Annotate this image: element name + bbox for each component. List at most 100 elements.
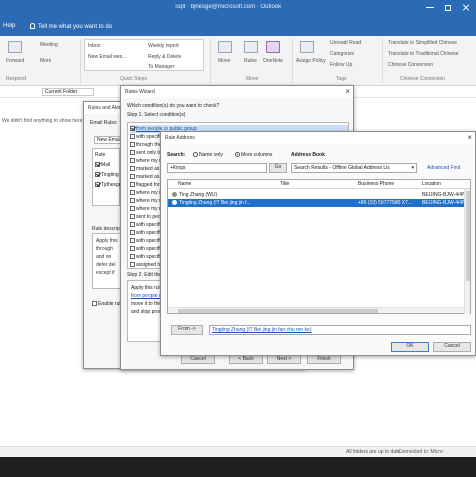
rule-description-line: defer del <box>96 262 116 268</box>
chinese-conversion-button[interactable]: Chinese Conversion <box>388 62 433 68</box>
go-button[interactable]: Go <box>269 163 287 173</box>
finish-button[interactable]: Finish <box>307 355 341 364</box>
ribbon: Meeting Forward More Respond Inbox New E… <box>0 36 476 86</box>
horizontal-scrollbar[interactable] <box>168 307 464 313</box>
respond-group-label: Respond <box>6 76 27 82</box>
enable-rss-checkbox[interactable] <box>92 301 97 306</box>
quick-step-to-manager[interactable]: To Manager <box>148 64 174 70</box>
address-book-label: Address Book <box>291 152 325 158</box>
vertical-scrollbar[interactable] <box>464 189 470 314</box>
search-input[interactable]: +Kings <box>167 163 267 173</box>
quick-step-inbox[interactable]: Inbox <box>88 43 100 49</box>
onenote-icon[interactable] <box>266 41 280 53</box>
ribbon-divider <box>382 39 383 83</box>
name-only-option[interactable]: Name only <box>193 152 223 158</box>
condition-checkbox[interactable] <box>130 190 135 195</box>
cancel-button[interactable]: Cancel <box>433 342 471 352</box>
restore-button[interactable] <box>440 3 456 13</box>
address-book-select[interactable]: Search Results - Offline Global Address … <box>291 163 417 173</box>
next-button[interactable]: Next > <box>267 355 301 364</box>
rule-row[interactable]: Rule <box>95 152 105 158</box>
move-group-label: Move <box>246 76 259 82</box>
quick-step-new-email[interactable]: New Email wes... <box>88 54 126 60</box>
categorize-button[interactable]: Categorize <box>330 51 354 57</box>
condition-checkbox[interactable] <box>130 222 135 227</box>
translate-traditional-button[interactable]: Translate to Traditional Chinese <box>388 51 458 57</box>
from-button[interactable]: From -> <box>171 325 203 335</box>
condition-checkbox[interactable] <box>130 230 135 235</box>
address-book-value: Search Results - Offline Global Address … <box>294 165 390 171</box>
close-window-button[interactable] <box>458 3 474 13</box>
move-button[interactable]: Move <box>218 58 230 64</box>
rule-row[interactable]: Mail <box>95 162 110 168</box>
condition-checkbox[interactable] <box>130 142 135 147</box>
quick-step-weekly-report[interactable]: Weekly report <box>148 43 179 49</box>
scroll-thumb[interactable] <box>178 309 378 313</box>
more-columns-radio[interactable] <box>235 152 240 157</box>
table-row-selected[interactable]: Tingting Zhang (IT Bei jing jin f... +86… <box>168 199 470 207</box>
quick-steps-gallery: Inbox New Email wes... Weekly report Rep… <box>84 39 204 71</box>
column-title[interactable]: Title <box>280 181 289 187</box>
condition-checkbox[interactable] <box>130 166 135 171</box>
condition-checkbox[interactable] <box>130 254 135 259</box>
from-field[interactable]: Tingting Zhang (IT Bei jing jin fan chu … <box>209 325 471 335</box>
onenote-button[interactable]: OneNote <box>263 58 283 64</box>
current-folder-dropdown[interactable]: Current Folder <box>42 88 94 96</box>
rules-icon[interactable] <box>244 41 258 53</box>
assign-policy-icon[interactable] <box>300 41 314 53</box>
quick-steps-group-label: Quick Steps <box>120 76 147 82</box>
condition-checkbox[interactable] <box>130 238 135 243</box>
rule-row[interactable]: Tjdhesge <box>95 182 122 188</box>
column-business-phone[interactable]: Business Phone <box>358 181 394 187</box>
column-name[interactable]: Name <box>178 181 191 187</box>
from-recipient[interactable]: Tingting Zhang (IT Bei jing jin fan chu … <box>212 327 312 333</box>
meeting-icon[interactable] <box>8 41 22 53</box>
condition-checkbox[interactable] <box>130 126 135 131</box>
condition-checkbox[interactable] <box>130 198 135 203</box>
condition-checkbox[interactable] <box>130 174 135 179</box>
name-only-radio[interactable] <box>193 152 198 157</box>
contact-name: Ting Zhang (WU) <box>179 192 218 198</box>
search-label: Search: <box>167 152 186 158</box>
tab-email-rules[interactable]: Email Rules <box>90 120 117 126</box>
empty-message: We didn't find anything to show here. <box>2 118 84 124</box>
condition-checkbox[interactable] <box>130 262 135 267</box>
advanced-find-link[interactable]: Advanced Find <box>427 165 460 171</box>
ok-button[interactable]: OK <box>391 342 429 352</box>
translate-simplified-button[interactable]: Translate to Simplified Chinese <box>388 40 457 46</box>
condition-checkbox[interactable] <box>130 150 135 155</box>
more-columns-label: More columns <box>241 152 273 158</box>
rules-button[interactable]: Rules <box>244 58 257 64</box>
unread-read-button[interactable]: Unread/ Read <box>330 40 361 46</box>
minimize-button[interactable] <box>422 3 438 13</box>
back-button[interactable]: < Back <box>229 355 263 364</box>
cancel-button[interactable]: Cancel <box>181 355 215 364</box>
assign-policy-button[interactable]: Assign Policy <box>296 58 326 64</box>
follow-up-button[interactable]: Follow Up <box>330 62 352 68</box>
more-button[interactable]: More <box>40 58 51 64</box>
condition-checkbox[interactable] <box>130 214 135 219</box>
condition-checkbox[interactable] <box>130 158 135 163</box>
tell-me-search[interactable]: Tell me what you want to do <box>30 23 112 30</box>
close-icon[interactable]: × <box>345 87 350 97</box>
scroll-thumb[interactable] <box>466 191 470 281</box>
quick-step-reply-delete[interactable]: Reply & Delete <box>148 54 181 60</box>
condition-checkbox[interactable] <box>130 182 135 187</box>
more-columns-option[interactable]: More columns <box>235 152 272 158</box>
close-icon[interactable]: × <box>467 133 472 143</box>
condition-checkbox[interactable] <box>130 246 135 251</box>
condition-checkbox[interactable] <box>130 206 135 211</box>
column-location[interactable]: Location <box>422 181 441 187</box>
rule-description-line: except if <box>96 270 115 276</box>
ribbon-divider <box>210 39 211 83</box>
rule-enabled-checkbox[interactable] <box>95 172 100 177</box>
move-icon[interactable] <box>218 41 232 53</box>
rule-enabled-checkbox[interactable] <box>95 162 100 167</box>
table-row[interactable]: Ting Zhang (WU) BEIJING-BJW-4/4N <box>168 191 470 199</box>
forward-button[interactable]: Forward <box>6 58 24 64</box>
help-tab[interactable]: Help <box>3 23 15 29</box>
rule-row[interactable]: Tingting <box>95 172 119 178</box>
rule-enabled-checkbox[interactable] <box>95 182 100 187</box>
condition-checkbox[interactable] <box>130 134 135 139</box>
meeting-button[interactable]: Meeting <box>40 42 58 48</box>
